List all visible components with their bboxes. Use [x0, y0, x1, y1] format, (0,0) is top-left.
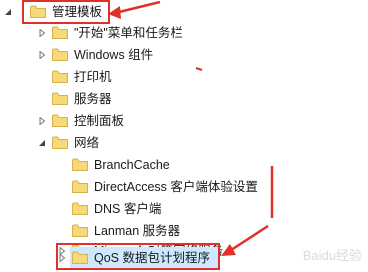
- folder-icon: [52, 114, 68, 127]
- tree-node-label: 网络: [74, 136, 100, 150]
- tree-node-lanman-server[interactable]: Lanman 服务器: [0, 220, 368, 242]
- tree-node-label: 控制面板: [74, 114, 125, 128]
- tree-node-servers[interactable]: 服务器: [0, 88, 368, 110]
- folder-icon: [72, 180, 88, 193]
- tree-node-label: Lanman 服务器: [94, 224, 181, 238]
- highlight-box: [22, 0, 110, 24]
- expanded-arrow-icon[interactable]: [4, 8, 12, 16]
- folder-icon: [52, 136, 68, 149]
- folder-icon: [52, 26, 68, 39]
- tree-node-label: Windows 组件: [74, 48, 154, 62]
- watermark-text: Baidu经验: [302, 248, 362, 263]
- highlight-box: [56, 243, 220, 270]
- folder-icon: [72, 158, 88, 171]
- tree-node-network[interactable]: 网络: [0, 132, 368, 154]
- tree-node-label: 服务器: [74, 92, 112, 106]
- folder-icon: [52, 48, 68, 61]
- tree-node-windows-components[interactable]: Windows 组件: [0, 44, 368, 66]
- collapsed-arrow-icon[interactable]: [38, 117, 46, 125]
- tree-node-directaccess[interactable]: DirectAccess 客户端体验设置: [0, 176, 368, 198]
- folder-icon: [72, 202, 88, 215]
- tree-node-label: BranchCache: [94, 158, 170, 172]
- collapsed-arrow-icon[interactable]: [38, 51, 46, 59]
- tree-node-printers[interactable]: 打印机: [0, 66, 368, 88]
- tree-node-label: DNS 客户端: [94, 202, 162, 216]
- tree-node-dns-client[interactable]: DNS 客户端: [0, 198, 368, 220]
- group-policy-tree-window: 管理模板 "开始"菜单和任务栏 Windows 组件 打印机 服务器 控制面板 …: [0, 0, 368, 272]
- tree-node-start-menu[interactable]: "开始"菜单和任务栏: [0, 22, 368, 44]
- folder-icon: [52, 70, 68, 83]
- tree-node-control-panel[interactable]: 控制面板: [0, 110, 368, 132]
- folder-icon: [72, 224, 88, 237]
- folder-icon: [52, 92, 68, 105]
- tree-node-branchcache[interactable]: BranchCache: [0, 154, 368, 176]
- tree-node-label: "开始"菜单和任务栏: [74, 26, 183, 40]
- tree-node-label: DirectAccess 客户端体验设置: [94, 180, 258, 194]
- collapsed-arrow-icon[interactable]: [38, 29, 46, 37]
- expanded-arrow-icon[interactable]: [38, 139, 46, 147]
- tree-node-label: 打印机: [74, 70, 112, 84]
